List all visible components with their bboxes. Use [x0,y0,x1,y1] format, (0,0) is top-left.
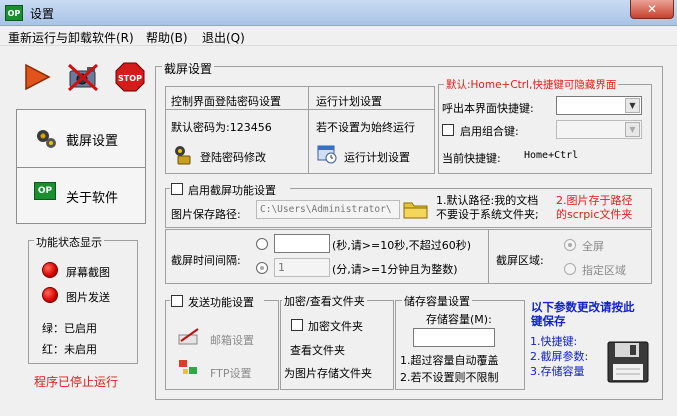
capacity-label: 存储容量(M): [426,313,492,326]
interval-minutes-hint: (分,请>=1分钟且为整数) [332,263,458,276]
mail-icon[interactable] [178,327,200,348]
status-item-send: 图片发送 [66,291,110,304]
hotkey-default-note: 默认:Home+Ctrl,快捷键可隐藏界面 [444,77,619,92]
area-fullscreen-radio[interactable] [564,239,576,251]
interval-minutes-input[interactable]: 1 [274,258,330,277]
default-password-text: 默认密码为:123456 [171,121,272,134]
program-status: 程序已停止运行 [34,375,119,389]
schedule-title: 运行计划设置 [316,95,382,108]
save-hint-item-capture: 2.截屏参数: [530,350,589,363]
save-path-note-1: 1.默认路径:我的文档 不要设于系统文件夹; [436,194,539,222]
interval-seconds-radio[interactable] [256,238,268,250]
ftp-icon[interactable] [178,358,200,381]
screenshot-status-indicator [42,262,58,278]
save-hint-item-storage: 3.存储容量 [530,365,585,378]
save-path-note-1-line1: 1.默认路径:我的文档 [436,194,539,207]
combo-key-select[interactable]: ▼ [556,120,642,139]
send-enable-checkbox[interactable] [171,295,183,307]
call-hotkey-label: 呼出本界面快捷键: [442,102,534,115]
send-status-indicator [42,287,58,303]
save-hint-item-hotkey: 1.快捷键: [530,335,578,348]
chevron-down-icon: ▼ [625,122,640,137]
save-floppy-icon[interactable] [606,340,650,387]
schedule-button[interactable]: 运行计划设置 [344,149,410,165]
login-title: 控制界面登陆密码设置 [171,95,281,108]
area-fullscreen-label: 全屏 [582,240,604,253]
title-bar [0,0,677,26]
capture-enable-checkbox[interactable] [171,183,183,195]
storage-title: 储存容量设置 [402,293,472,309]
close-button[interactable]: ✕ [630,0,674,19]
menu-help[interactable]: 帮助(B) [144,28,190,47]
nav-item-capture-settings[interactable]: 截屏设置 [66,130,118,149]
folder-icon[interactable] [403,198,429,223]
stop-icon-text: STOP [118,74,142,83]
no-camera-icon[interactable] [67,62,98,92]
combo-key-checkbox[interactable] [442,124,454,136]
legend-green: 绿：已启用 [42,322,97,335]
nav-item-about[interactable]: 关于软件 [66,187,118,206]
save-path-note-2: 2.图片存于路径 的scrpic文件夹 [556,194,633,222]
schedule-note: 若不设置为始终运行 [316,121,415,134]
combo-key-label: 启用组合键: [460,125,519,138]
chevron-down-icon: ▼ [625,98,640,113]
login-header-divider [165,109,435,110]
current-hotkey-value: Home+Ctrl [524,150,579,161]
ftp-settings-button[interactable]: FTP设置 [210,365,252,381]
area-custom-label: 指定区域 [582,264,626,277]
send-enable-label: 发送功能设置 [188,296,254,309]
encrypt-folder-label: 加密文件夹 [308,320,363,333]
stop-icon[interactable]: STOP [115,62,145,92]
save-path-note-2-line1: 2.图片存于路径 [556,194,633,207]
modify-password-button[interactable]: 登陆密码修改 [200,149,266,165]
storage-note-2: 2.若不设置则不限制 [400,371,499,384]
save-path-note-1-line2: 不要设于系统文件夹; [436,208,539,221]
for-image-folder-label: 为图片存储文件夹 [284,367,372,380]
login-schedule-divider [308,86,309,174]
mail-settings-button[interactable]: 邮箱设置 [210,332,254,348]
legend-red: 红：未启用 [42,343,97,356]
interval-minutes-radio[interactable] [256,262,268,274]
schedule-icon[interactable] [316,143,337,164]
play-icon[interactable] [22,62,52,92]
save-hint-line1: 以下参数更改请按此 [531,300,635,314]
menu-rerun-uninstall[interactable]: 重新运行与卸载软件(R) [6,28,136,47]
encrypt-folder-checkbox[interactable] [291,319,303,331]
capture-enable-label: 启用截屏功能设置 [188,184,276,197]
current-hotkey-label: 当前快捷键: [442,152,501,165]
interval-seconds-input[interactable] [274,234,330,253]
interval-label: 截屏时间间隔: [171,254,241,267]
interval-area-divider [488,229,489,284]
area-custom-radio[interactable] [564,263,576,275]
app-icon: OP [5,5,23,21]
save-hint-line2: 键保存 [531,314,566,328]
save-path-input[interactable]: C:\Users\Administrator\ [256,200,400,219]
nav-divider [16,167,146,168]
capacity-input[interactable] [413,328,495,347]
view-folder-link[interactable]: 查看文件夹 [290,342,345,358]
save-path-note-2-line2: 的scrpic文件夹 [556,208,633,221]
capture-area-label: 截屏区域: [496,254,544,267]
window-title: 设置 [30,7,55,21]
about-icon: OP [34,182,56,200]
interval-seconds-hint: (秒,请>=10秒,不超过60秒) [332,239,472,252]
save-hint: 以下参数更改请按此 键保存 [531,300,635,328]
password-key-icon[interactable] [172,144,192,165]
call-hotkey-select[interactable]: ▼ [556,96,642,115]
storage-note-1: 1.超过容量自动覆盖 [400,354,499,367]
save-hint-list: 1.快捷键: 2.截屏参数: 3.存储容量 [530,334,588,379]
status-panel-title: 功能状态显示 [34,234,104,250]
save-path-label: 图片保存路径: [171,208,241,221]
settings-icon [34,126,58,153]
capture-settings-title: 截屏设置 [162,60,215,77]
status-item-screenshot: 屏幕截图 [66,266,110,279]
menu-exit[interactable]: 退出(Q) [200,28,247,47]
encrypt-title: 加密/查看文件夹 [282,293,367,309]
